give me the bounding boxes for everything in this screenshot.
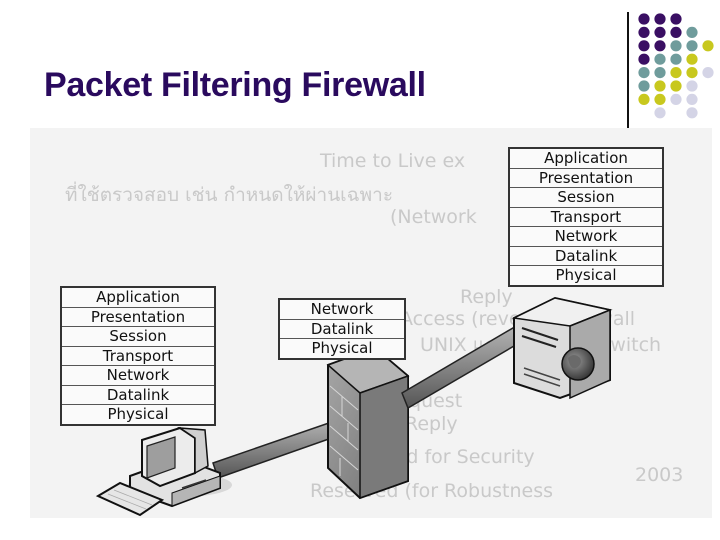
decorative-dot bbox=[670, 13, 682, 25]
osi-layer-session: Session bbox=[62, 326, 214, 346]
scanned-diagram: Time to Live ex ที่ใช้ตรวจสอบ เช่น กำหนด… bbox=[30, 128, 712, 518]
osi-layer-session: Session bbox=[510, 187, 662, 207]
osi-layer-transport: Transport bbox=[510, 206, 662, 227]
decorative-dot bbox=[686, 40, 698, 52]
decorative-dot bbox=[670, 67, 682, 79]
decorative-dot bbox=[654, 107, 666, 119]
decorative-dot bbox=[686, 80, 698, 92]
decorative-dot bbox=[702, 40, 714, 52]
decorative-dot bbox=[638, 26, 650, 38]
decorative-dot bbox=[670, 26, 682, 38]
decorative-dot bbox=[638, 40, 650, 52]
decorative-dot bbox=[654, 40, 666, 52]
title-divider bbox=[627, 12, 629, 128]
client-osi-stack: Application Presentation Session Transpo… bbox=[60, 286, 216, 426]
decorative-dot bbox=[638, 13, 650, 25]
decorative-dot bbox=[686, 107, 698, 119]
decorative-dot bbox=[670, 53, 682, 65]
decorative-dot bbox=[686, 53, 698, 65]
decorative-dot bbox=[638, 53, 650, 65]
osi-layer-application: Application bbox=[544, 149, 628, 167]
decorative-dot bbox=[702, 67, 714, 79]
osi-layer-network: Network bbox=[62, 365, 214, 385]
osi-layer-datalink: Datalink bbox=[280, 318, 404, 339]
osi-layer-physical: Physical bbox=[62, 404, 214, 424]
decorative-dot bbox=[654, 53, 666, 65]
globe-icon bbox=[561, 347, 595, 381]
osi-layer-application: Application bbox=[96, 288, 180, 306]
firewall-osi-stack: Network Datalink Physical bbox=[278, 298, 406, 360]
decorative-dot bbox=[686, 93, 698, 105]
decorative-dot bbox=[670, 40, 682, 52]
decorative-dot bbox=[686, 26, 698, 38]
decorative-dot bbox=[686, 67, 698, 79]
decorative-dot bbox=[638, 80, 650, 92]
decorative-dot bbox=[654, 13, 666, 25]
server-osi-stack: Application Presentation Session Transpo… bbox=[508, 147, 664, 287]
decorative-dot bbox=[638, 67, 650, 79]
slide-title: Packet Filtering Firewall bbox=[44, 66, 426, 104]
decorative-dot bbox=[670, 93, 682, 105]
osi-layer-presentation: Presentation bbox=[62, 306, 214, 327]
decorative-dot bbox=[654, 67, 666, 79]
server-icon bbox=[511, 296, 613, 400]
decorative-dot bbox=[638, 93, 650, 105]
osi-layer-physical: Physical bbox=[280, 338, 404, 358]
osi-layer-transport: Transport bbox=[62, 345, 214, 366]
osi-layer-presentation: Presentation bbox=[510, 167, 662, 188]
osi-layer-physical: Physical bbox=[510, 265, 662, 285]
osi-layer-datalink: Datalink bbox=[510, 245, 662, 266]
osi-layer-datalink: Datalink bbox=[62, 384, 214, 405]
osi-layer-network: Network bbox=[310, 300, 374, 318]
decorative-dot-grid bbox=[638, 13, 714, 119]
osi-layer-network: Network bbox=[510, 226, 662, 246]
firewall-icon bbox=[326, 346, 410, 500]
decorative-dot bbox=[654, 80, 666, 92]
decorative-dot bbox=[670, 80, 682, 92]
decorative-dot bbox=[654, 93, 666, 105]
decorative-dot bbox=[654, 26, 666, 38]
